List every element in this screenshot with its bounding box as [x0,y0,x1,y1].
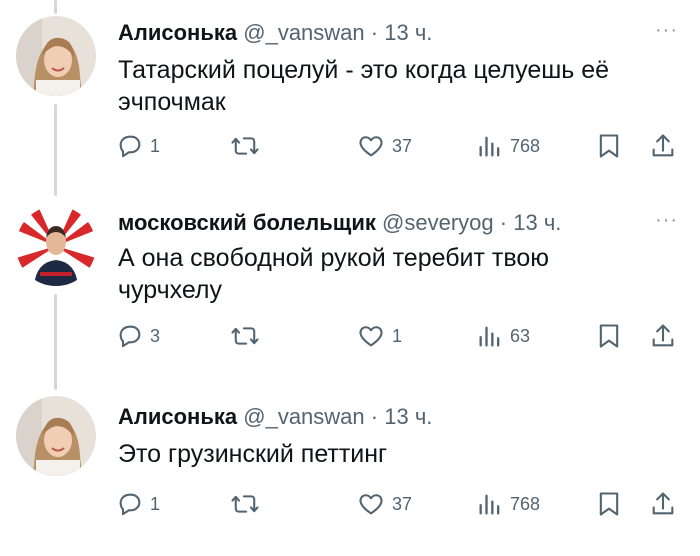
reply-icon [119,493,141,516]
tweet-header: Алисонька @_vanswan · 13 ч. [118,404,432,430]
reply-count: 1 [150,493,161,514]
retweet-icon [231,495,259,513]
share-icon [652,492,674,515]
like-button[interactable]: 37 [356,486,412,522]
heart-icon [359,494,383,515]
action-bar: 1 37 768 [0,486,700,522]
avatar[interactable] [16,396,96,476]
tweet-text-line: Это грузинский петтинг [118,440,388,468]
author-handle[interactable]: @_vanswan [243,404,364,429]
reply-button[interactable]: 1 [116,486,160,522]
author-name[interactable]: Алисонька [118,404,237,429]
timestamp[interactable]: 13 ч. [384,404,432,429]
avatar-image-icon [16,396,96,476]
tweet[interactable]: Алисонька @_vanswan · 13 ч. Это грузинск… [0,0,700,556]
like-count: 37 [392,493,413,514]
share-button[interactable] [650,486,676,522]
bookmark-icon [599,492,619,516]
separator-dot: · [370,404,379,429]
retweet-button[interactable] [230,486,266,522]
views-icon [479,494,500,515]
tweet-text: Это грузинский петтинг [118,438,670,470]
views-button[interactable]: 768 [476,486,540,522]
bookmark-button[interactable] [596,486,622,522]
views-count: 768 [510,493,541,514]
